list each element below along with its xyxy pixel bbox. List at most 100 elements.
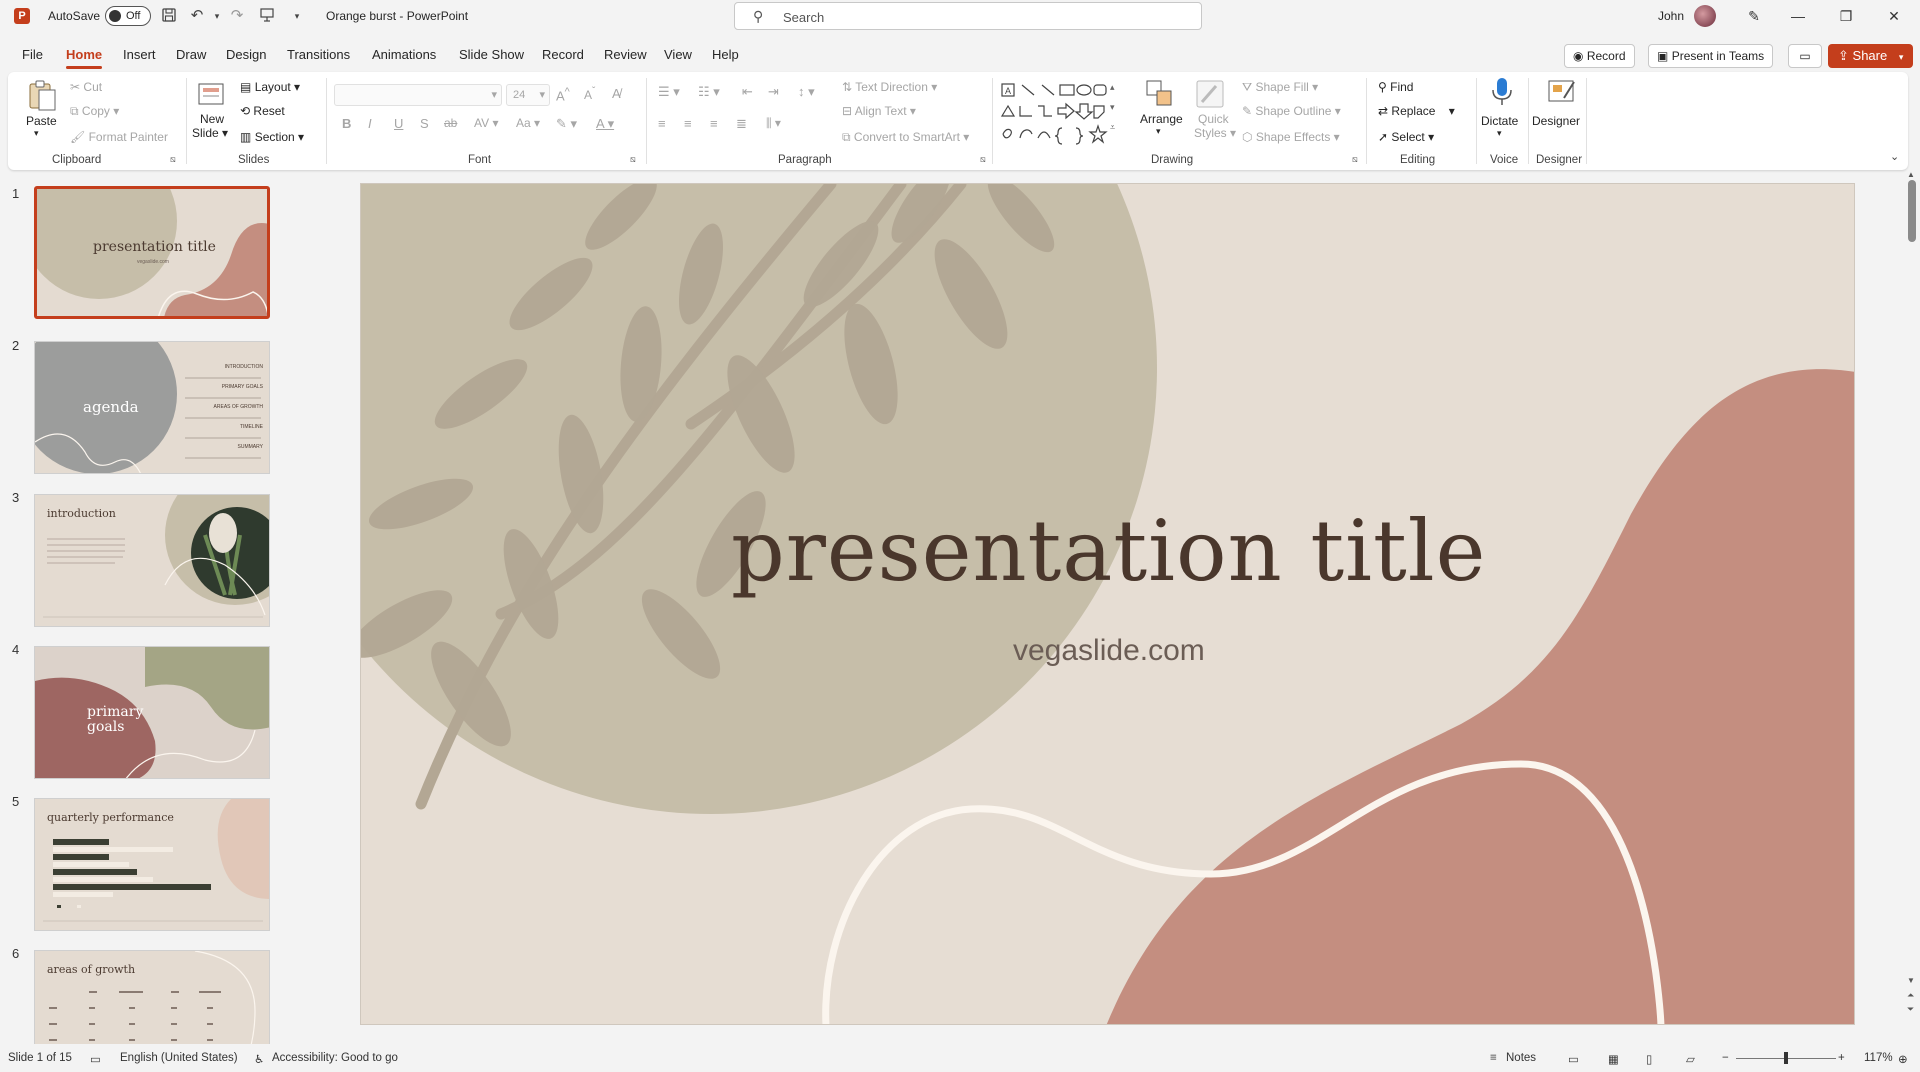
shapes-scroll-up-icon[interactable]: ▴ <box>1110 82 1115 93</box>
accessibility-status[interactable]: Accessibility: Good to go <box>272 1052 398 1064</box>
tab-draw[interactable]: Draw <box>176 47 206 62</box>
font-name-box[interactable]: ▾ <box>334 84 502 106</box>
slide-subtitle-textbox[interactable]: vegaslide.com <box>361 634 1854 668</box>
shapes-scroll-down-icon[interactable]: ▾ <box>1110 102 1115 113</box>
justify-icon[interactable]: ≣ <box>736 116 747 132</box>
current-slide[interactable]: presentation title vegaslide.com <box>360 183 1855 1025</box>
tab-record[interactable]: Record <box>542 47 584 62</box>
find-button[interactable]: ⚲ Find <box>1378 80 1413 94</box>
align-right-icon[interactable]: ≡ <box>710 116 718 131</box>
slide-sorter-icon[interactable]: ▦ <box>1608 1052 1619 1066</box>
present-from-start-icon[interactable] <box>258 7 276 25</box>
search-box[interactable]: ⚲ Search <box>734 2 1202 30</box>
restore-icon[interactable]: ❐ <box>1826 4 1866 28</box>
designer-button[interactable]: Designer <box>1532 114 1580 128</box>
font-launcher-icon[interactable]: ⧅ <box>630 154 636 165</box>
clear-formatting-icon[interactable]: A̸ <box>612 86 621 101</box>
highlight-color-icon[interactable]: ✎ ▾ <box>556 116 577 132</box>
slide-thumbnail-1[interactable]: presentation title vegaslide.com <box>34 186 270 319</box>
shape-fill-button[interactable]: ⛛ Shape Fill ▾ <box>1242 80 1318 95</box>
decrease-indent-icon[interactable]: ⇤ <box>742 84 753 100</box>
numbering-icon[interactable]: ☷ ▾ <box>698 84 720 100</box>
normal-view-icon[interactable]: ▭ <box>1568 1052 1579 1066</box>
redo-icon[interactable]: ↷ <box>228 7 246 25</box>
previous-slide-icon[interactable]: ⏶ <box>1907 990 1914 1001</box>
format-painter-button[interactable]: 🖌 Format Painter <box>70 130 168 144</box>
slide-thumbnail-4[interactable]: primary goals <box>34 646 270 779</box>
new-slide-label[interactable]: New <box>200 112 224 126</box>
slideshow-view-icon[interactable]: ▱ <box>1686 1052 1695 1066</box>
zoom-out-icon[interactable]: − <box>1722 1052 1729 1064</box>
tab-help[interactable]: Help <box>712 47 739 62</box>
zoom-slider-thumb[interactable] <box>1784 1052 1788 1064</box>
notes-icon[interactable]: ≡ <box>1490 1052 1497 1064</box>
next-slide-icon[interactable]: ⏷ <box>1907 1004 1914 1015</box>
character-spacing-button[interactable]: AV ▾ <box>474 116 498 130</box>
clipboard-launcher-icon[interactable]: ⧅ <box>170 154 176 165</box>
increase-font-icon[interactable]: A^ <box>556 86 570 103</box>
designer-icon[interactable] <box>1546 76 1578 108</box>
notes-button[interactable]: Notes <box>1506 1052 1536 1064</box>
zoom-in-icon[interactable]: + <box>1838 1052 1845 1064</box>
paste-icon[interactable] <box>26 78 58 111</box>
language-status[interactable]: English (United States) <box>120 1052 238 1064</box>
save-icon[interactable] <box>160 7 178 25</box>
strikethrough-button[interactable]: ab <box>444 116 457 130</box>
arrange-dropdown-icon[interactable]: ▾ <box>1156 126 1161 137</box>
slide-thumbnail-5[interactable]: quarterly performance <box>34 798 270 931</box>
minimize-icon[interactable]: — <box>1778 4 1818 28</box>
new-slide-button[interactable]: Slide ▾ <box>192 126 228 140</box>
tab-transitions[interactable]: Transitions <box>287 47 350 62</box>
dictate-dropdown-icon[interactable]: ▾ <box>1497 128 1502 139</box>
reset-button[interactable]: ⟲ Reset <box>240 104 285 118</box>
decrease-font-icon[interactable]: Aˇ <box>584 86 595 102</box>
shape-effects-button[interactable]: ⬡ Shape Effects ▾ <box>1242 130 1340 144</box>
tab-review[interactable]: Review <box>604 47 647 62</box>
customize-toolbar-icon[interactable]: ▾ <box>288 7 306 25</box>
canvas-scroll-down-icon[interactable]: ▼ <box>1907 976 1915 985</box>
quick-styles-button[interactable]: Styles ▾ <box>1194 126 1236 140</box>
comments-button[interactable]: ▭ <box>1788 44 1822 68</box>
spelling-icon[interactable]: ▭ <box>90 1052 101 1066</box>
font-color-icon[interactable]: A ▾ <box>596 116 614 132</box>
increase-indent-icon[interactable]: ⇥ <box>768 84 779 100</box>
paste-button[interactable]: Paste <box>26 114 57 128</box>
paragraph-launcher-icon[interactable]: ⧅ <box>980 154 986 165</box>
convert-smartart-button[interactable]: ⧉ Convert to SmartArt ▾ <box>842 130 969 145</box>
quick-styles-icon[interactable] <box>1194 78 1226 110</box>
layout-button[interactable]: ▤ Layout ▾ <box>240 80 300 94</box>
tab-slide-show[interactable]: Slide Show <box>459 47 524 62</box>
cut-button[interactable]: ✂ Cut <box>70 80 102 94</box>
zoom-level[interactable]: 117% <box>1864 1052 1893 1064</box>
quick-styles-label[interactable]: Quick <box>1198 112 1229 126</box>
align-center-icon[interactable]: ≡ <box>684 116 692 131</box>
canvas-scroll-up-icon[interactable]: ▲ <box>1907 170 1915 179</box>
undo-icon[interactable]: ↶ <box>188 7 206 25</box>
dictate-button[interactable]: Dictate <box>1481 114 1518 128</box>
drawing-launcher-icon[interactable]: ⧅ <box>1352 154 1358 165</box>
align-text-button[interactable]: ⊟ Align Text ▾ <box>842 104 916 118</box>
text-direction-button[interactable]: ⇅ Text Direction ▾ <box>842 80 937 94</box>
undo-dropdown-icon[interactable]: ▾ <box>208 7 226 25</box>
paste-dropdown-icon[interactable]: ▾ <box>34 128 39 139</box>
italic-button[interactable]: I <box>368 116 372 131</box>
arrange-button[interactable]: Arrange <box>1140 112 1183 126</box>
arrange-icon[interactable] <box>1144 78 1176 110</box>
collapse-ribbon-icon[interactable]: ⌄ <box>1890 150 1899 163</box>
change-case-button[interactable]: Aa ▾ <box>516 116 540 130</box>
tab-view[interactable]: View <box>664 47 692 62</box>
shadow-button[interactable]: S <box>420 116 429 131</box>
align-left-icon[interactable]: ≡ <box>658 116 666 131</box>
close-icon[interactable]: ✕ <box>1874 4 1914 28</box>
shapes-gallery[interactable]: A <box>1000 82 1108 146</box>
fit-to-window-icon[interactable]: ⊕ <box>1898 1052 1908 1066</box>
tab-file[interactable]: File <box>22 47 43 62</box>
underline-button[interactable]: U <box>394 116 403 131</box>
microphone-icon[interactable] <box>1486 76 1518 108</box>
canvas-scrollbar-thumb[interactable] <box>1908 180 1916 242</box>
bold-button[interactable]: B <box>342 116 351 131</box>
tab-design[interactable]: Design <box>226 47 266 62</box>
line-spacing-icon[interactable]: ↕ ▾ <box>798 84 815 100</box>
tab-animations[interactable]: Animations <box>372 47 436 62</box>
shapes-more-icon[interactable]: ⩡ <box>1110 122 1115 133</box>
